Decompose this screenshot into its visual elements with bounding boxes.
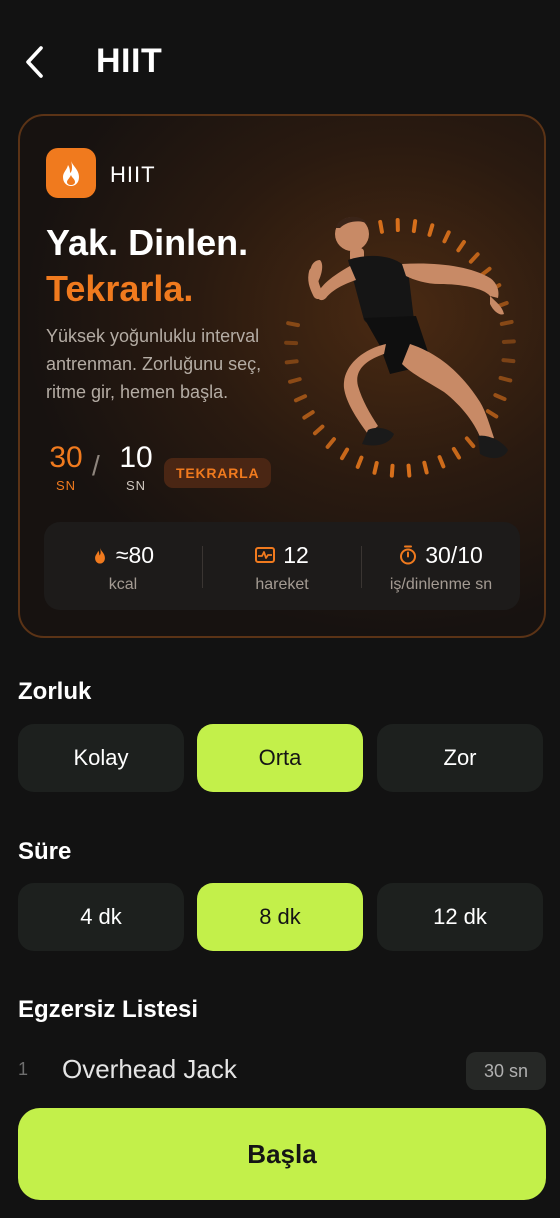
rest-time: 10 SN [116, 441, 156, 494]
rest-value: 10 [119, 441, 153, 474]
stat-value: 30/10 [425, 542, 483, 568]
activity-icon [255, 547, 276, 563]
flame-icon [94, 547, 105, 563]
difficulty-option-zor[interactable]: Zor [377, 724, 543, 792]
chevron-left-icon [26, 46, 43, 78]
difficulty-option-orta[interactable]: Orta [197, 724, 363, 792]
stat-moves: 12 hareket [203, 522, 361, 610]
stat-value: ≈80 [115, 542, 155, 568]
duration-option-4[interactable]: 4 dk [18, 883, 184, 951]
exercise-list-label: Egzersiz Listesi [18, 996, 199, 1023]
start-button[interactable]: Başla [18, 1108, 546, 1200]
exercise-name: Overhead Jack [62, 1054, 237, 1084]
work-unit: SN [55, 478, 77, 493]
timer-separator: / [92, 450, 100, 481]
work-value: 30 [49, 441, 83, 474]
exercise-duration-badge: 30 sn [466, 1052, 546, 1090]
flame-icon [63, 160, 79, 186]
header: HIIT [0, 0, 560, 120]
interval-timer: 30 SN / 10 SN TEKRARLA [46, 442, 296, 498]
exercise-index: 1 [18, 1059, 29, 1079]
work-time: 30 SN [46, 441, 86, 494]
hiit-badge [46, 148, 96, 198]
stat-label: hareket [255, 576, 309, 593]
headline-line2: Tekrarla. [46, 268, 194, 309]
page-title: HIIT [96, 42, 163, 80]
duration-option-8[interactable]: 8 dk [197, 883, 363, 951]
hero-description: Yüksek yoğunluklu interval antrenman. Zo… [46, 326, 262, 402]
back-button[interactable] [14, 42, 54, 82]
repeat-badge: TEKRARLA [164, 458, 272, 488]
duration-option-12[interactable]: 12 dk [377, 883, 543, 951]
athlete-image [308, 216, 508, 459]
stopwatch-icon [400, 545, 417, 565]
badge-label: HIIT [110, 162, 156, 187]
stats-panel: ≈80 kcal 12 hareket 30/10 iş/dinlenme sn [44, 522, 520, 610]
stat-label: kcal [108, 576, 138, 593]
headline-line1: Yak. Dinlen. [46, 222, 249, 263]
duration-label: Süre [18, 838, 72, 865]
difficulty-option-kolay[interactable]: Kolay [18, 724, 184, 792]
hero-card: HIIT Yak. Dinlen. Tekrarla. Yüksek yoğun… [18, 114, 546, 638]
stat-label: iş/dinlenme sn [389, 576, 493, 593]
stat-value: 12 [283, 542, 309, 568]
stat-work-rest: 30/10 iş/dinlenme sn [362, 522, 520, 610]
rest-unit: SN [125, 478, 147, 493]
stat-calories: ≈80 kcal [44, 522, 202, 610]
list-item[interactable]: 1 Overhead Jack 30 sn [18, 1048, 546, 1094]
difficulty-label: Zorluk [18, 678, 92, 705]
